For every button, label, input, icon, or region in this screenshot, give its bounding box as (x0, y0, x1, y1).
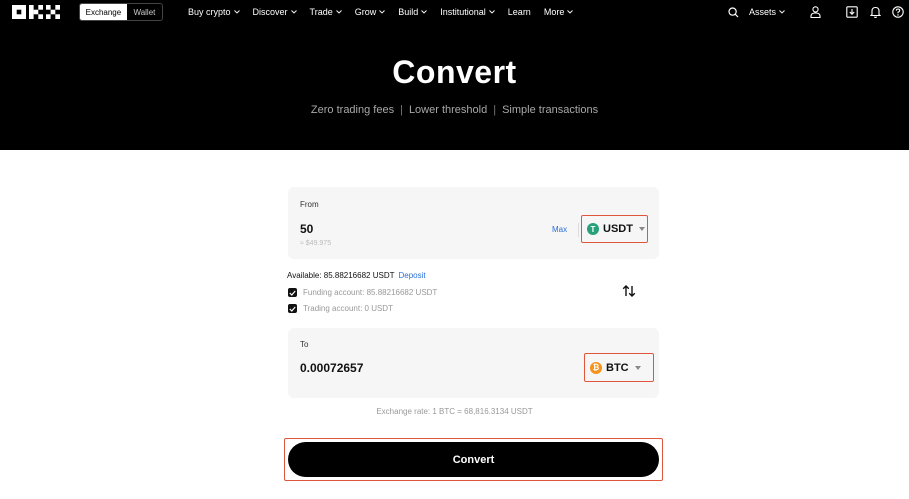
to-coin-selector[interactable]: ₿ BTC (584, 353, 654, 382)
chevron-down-icon (567, 10, 574, 14)
to-coin-symbol: BTC (606, 361, 629, 374)
from-fiat-value: ≈ $49.975 (300, 240, 332, 247)
profile-button[interactable] (809, 6, 821, 19)
okx-logo-icon (12, 5, 60, 19)
tab-exchange[interactable]: Exchange (80, 4, 127, 20)
checkbox-checked-icon[interactable] (288, 288, 297, 297)
to-panel: To 0.00072657 ₿ BTC (288, 328, 659, 398)
menu-discover[interactable]: Discover (253, 7, 297, 17)
chevron-down-icon (488, 10, 495, 14)
user-icon (809, 6, 821, 18)
available-balance: Available: 85.88216682 USDT Deposit (287, 271, 426, 280)
feature-separator: | (400, 104, 403, 116)
chevron-down-icon (335, 10, 342, 14)
chevron-down-icon (379, 10, 386, 14)
divider (578, 223, 579, 237)
download-icon (845, 6, 858, 18)
menu-buy-crypto[interactable]: Buy crypto (188, 7, 240, 17)
from-panel: From 50 ≈ $49.975 Max T USDT (288, 187, 659, 259)
convert-button[interactable]: Convert (288, 442, 659, 477)
page-title: Convert (392, 54, 517, 90)
exchange-wallet-toggle: Exchange Wallet (79, 3, 163, 21)
bell-icon (870, 6, 881, 18)
from-amount-input[interactable]: 50 (300, 222, 313, 236)
funding-account-label: Funding account: 85.88216682 USDT (303, 288, 438, 297)
search-button[interactable] (728, 6, 740, 18)
main-menu: Buy crypto Discover Trade Grow Build Ins… (188, 0, 586, 24)
hero-subtitle: Zero trading fees | Lower threshold | Simple… (0, 104, 909, 116)
from-coin-symbol: USDT (603, 223, 633, 235)
assets-menu[interactable]: Assets (749, 7, 785, 17)
chevron-down-icon (290, 10, 297, 14)
menu-learn[interactable]: Learn (508, 7, 531, 17)
feature-lower-threshold: Lower threshold (408, 104, 488, 116)
menu-grow[interactable]: Grow (355, 7, 386, 17)
hero-banner: Convert Zero trading fees | Lower threshol… (0, 24, 909, 150)
from-label: From (300, 200, 319, 209)
chevron-down-icon (779, 10, 785, 14)
btc-coin-icon: ₿ (590, 361, 602, 374)
search-icon (728, 6, 739, 17)
notifications-button[interactable] (869, 6, 882, 19)
okx-logo[interactable] (12, 5, 64, 19)
to-label: To (300, 340, 309, 349)
to-amount-value: 0.00072657 (300, 361, 364, 375)
feature-zero-fees: Zero trading fees (310, 104, 395, 116)
swap-arrows-icon (622, 285, 636, 297)
caret-down-icon (638, 227, 645, 231)
feature-separator: | (493, 104, 497, 116)
nav-right-tools: Assets (728, 0, 909, 24)
deposit-link[interactable]: Deposit (398, 271, 425, 280)
exchange-rate: Exchange rate: 1 BTC = 68,816.3134 USDT (376, 407, 533, 416)
feature-simple-transactions: Simple transactions (502, 104, 599, 116)
menu-trade[interactable]: Trade (310, 7, 342, 17)
chevron-down-icon (233, 10, 240, 14)
top-nav: Exchange Wallet Buy crypto Discover Trad… (0, 0, 909, 24)
max-button[interactable]: Max (552, 225, 567, 234)
funding-account-option[interactable]: Funding account: 85.88216682 USDT (288, 288, 437, 297)
caret-down-icon (634, 365, 641, 370)
tab-wallet[interactable]: Wallet (126, 4, 162, 20)
swap-button[interactable] (621, 284, 637, 298)
menu-institutional[interactable]: Institutional (440, 7, 495, 17)
checkbox-checked-icon[interactable] (288, 304, 297, 313)
trading-account-label: Trading account: 0 USDT (303, 304, 393, 313)
menu-more[interactable]: More (544, 7, 574, 17)
chevron-down-icon (421, 10, 428, 14)
help-icon (891, 6, 904, 18)
menu-build[interactable]: Build (398, 7, 428, 17)
usdt-coin-icon: T (587, 223, 599, 235)
download-button[interactable] (845, 6, 858, 19)
from-coin-selector[interactable]: T USDT (581, 215, 648, 243)
help-button[interactable] (891, 6, 904, 19)
available-text: Available: 85.88216682 USDT (287, 271, 395, 280)
trading-account-option[interactable]: Trading account: 0 USDT (288, 304, 393, 313)
